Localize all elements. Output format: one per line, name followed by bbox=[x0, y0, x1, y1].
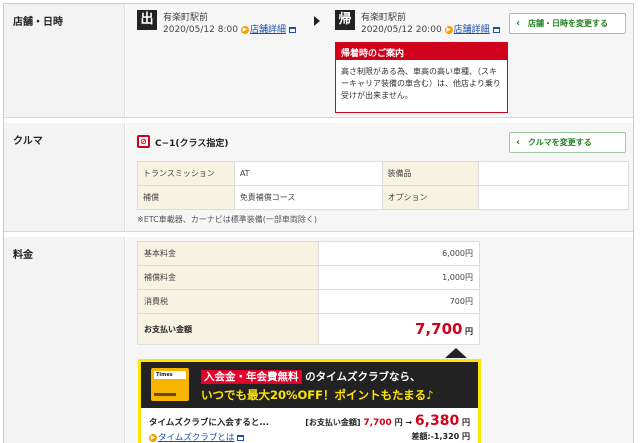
table-row-total: お支払い金額 7,700 円 bbox=[137, 313, 481, 345]
link-arrow-icon: ▶ bbox=[240, 25, 249, 34]
new-window-icon bbox=[492, 26, 500, 33]
total-unit: 円 bbox=[465, 327, 473, 336]
equipment-note: ※ETC車載器、カーナビは標準装備(一部車両除く) bbox=[137, 215, 318, 224]
pay-label: [お支払い金額] bbox=[305, 418, 361, 427]
arrow-right-icon bbox=[314, 16, 320, 26]
banner-pointer bbox=[445, 348, 467, 358]
table-row: 消費税 700円 bbox=[137, 289, 481, 314]
spec-value bbox=[478, 161, 629, 186]
price-value-cell: 700円 bbox=[317, 289, 481, 314]
store-datetime-section: 店舗・日時 出 有楽町駅前 2020/05/12 8:00 ▶ 店舗詳細 帰 有楽町… bbox=[4, 4, 633, 118]
member-price: 6,380 bbox=[414, 413, 460, 429]
times-club-banner[interactable]: Times 入会金・年会費無料 のタイムズクラブなら、 いつでも最大20%OFF… bbox=[138, 359, 481, 443]
reservation-summary: 店舗・日時 出 有楽町駅前 2020/05/12 8:00 ▶ 店舗詳細 帰 有楽町… bbox=[3, 3, 634, 443]
card-logo-text: Times bbox=[154, 371, 186, 379]
return-notice: 帰着時のご案内 高さ制限がある為、車高の高い車種、（スキーキャリア装備の車含む）… bbox=[335, 42, 508, 113]
store-datetime-label: 店舗・日時 bbox=[4, 4, 125, 117]
price-table: 基本料金 6,000円 補償料金 1,000円 消費税 700円 お支払い金額 … bbox=[137, 241, 481, 345]
chevron-left-icon: ‹ bbox=[516, 18, 521, 29]
car-spec-table: トランスミッション AT 装備品 補償 免責補償コース オプション bbox=[137, 161, 629, 210]
price-label-cell: 補償料金 bbox=[137, 265, 319, 290]
depart-datetime-row: 2020/05/12 8:00 ▶ 店舗詳細 bbox=[163, 22, 296, 35]
change-car-label: クルマを変更する bbox=[528, 138, 592, 147]
old-price: 7,700 bbox=[363, 418, 392, 428]
spec-label: 装備品 bbox=[381, 161, 480, 186]
member-price-unit: 円 bbox=[462, 418, 470, 427]
car-body: ⊘ C−1(クラス指定) ‹ クルマを変更する トランスミッション AT 装備品… bbox=[126, 123, 633, 231]
return-notice-body: 高さ制限がある為、車高の高い車種、（スキーキャリア装備の車含む）は、他店より乗り… bbox=[341, 67, 501, 100]
price-label: 料金 bbox=[4, 237, 125, 443]
promo-line-1-rest: のタイムズクラブなら、 bbox=[305, 371, 421, 383]
join-text: タイムズクラブに入会すると... bbox=[149, 418, 270, 428]
total-label: お支払い金額 bbox=[137, 313, 319, 345]
price-label-cell: 消費税 bbox=[137, 289, 319, 314]
link-arrow-icon: ▶ bbox=[444, 25, 453, 34]
table-row: トランスミッション AT 装備品 bbox=[137, 161, 629, 186]
discount-amount: 差額:-1,320 円 bbox=[411, 432, 470, 441]
spec-label: オプション bbox=[381, 185, 480, 210]
spec-label: トランスミッション bbox=[137, 161, 235, 186]
depart-badge: 出 bbox=[137, 10, 157, 30]
spec-value: 免責補償コース bbox=[233, 185, 383, 210]
table-row: 補償料金 1,000円 bbox=[137, 265, 481, 290]
new-window-icon bbox=[288, 26, 296, 33]
change-store-datetime-label: 店舗・日時を変更する bbox=[528, 19, 608, 28]
spec-value bbox=[478, 185, 629, 210]
table-row: 基本料金 6,000円 bbox=[137, 241, 481, 266]
car-section: クルマ ⊘ C−1(クラス指定) ‹ クルマを変更する トランスミッション AT… bbox=[4, 123, 633, 232]
promo-line-2: いつでも最大20%OFF！ポイントもたまる♪ bbox=[201, 388, 434, 402]
return-datetime: 2020/05/12 20:00 bbox=[361, 25, 442, 35]
spec-label: 補償 bbox=[137, 185, 235, 210]
promo-free-fee: 入会金・年会費無料 bbox=[201, 370, 302, 384]
table-row: 補償 免責補償コース オプション bbox=[137, 185, 629, 210]
link-arrow-icon: ▶ bbox=[149, 433, 157, 442]
about-times-club-link[interactable]: タイムズクラブとは bbox=[158, 433, 234, 443]
about-times-club: ▶ タイムズクラブとは bbox=[149, 431, 245, 443]
spec-value: AT bbox=[233, 161, 383, 186]
old-price-unit: 円 → bbox=[394, 418, 413, 427]
price-value-cell: 6,000円 bbox=[317, 241, 481, 266]
change-store-datetime-button[interactable]: ‹ 店舗・日時を変更する bbox=[509, 13, 626, 34]
card-stripe bbox=[154, 393, 176, 396]
banner-header: Times 入会金・年会費無料 のタイムズクラブなら、 いつでも最大20%OFF… bbox=[141, 362, 478, 408]
chevron-left-icon: ‹ bbox=[516, 137, 521, 148]
change-car-button[interactable]: ‹ クルマを変更する bbox=[509, 132, 626, 153]
promo-line-1: 入会金・年会費無料 のタイムズクラブなら、 bbox=[201, 369, 420, 384]
return-store-detail-link[interactable]: 店舗詳細 bbox=[454, 25, 490, 35]
total-amount: 7,700 bbox=[415, 320, 463, 338]
car-class-name: C−1(クラス指定) bbox=[155, 139, 229, 149]
new-window-icon bbox=[237, 434, 245, 441]
store-datetime-body: 出 有楽町駅前 2020/05/12 8:00 ▶ 店舗詳細 帰 有楽町駅前 202… bbox=[126, 4, 633, 117]
depart-store-detail-link[interactable]: 店舗詳細 bbox=[250, 25, 286, 35]
price-value-cell: 1,000円 bbox=[317, 265, 481, 290]
no-smoking-icon: ⊘ bbox=[137, 135, 150, 148]
times-card-icon: Times bbox=[151, 368, 189, 401]
return-notice-title: 帰着時のご案内 bbox=[336, 43, 507, 60]
member-price-row: [お支払い金額] 7,700 円 → 6,380 円 bbox=[305, 413, 470, 429]
car-label: クルマ bbox=[4, 123, 125, 231]
depart-datetime: 2020/05/12 8:00 bbox=[163, 25, 238, 35]
return-badge: 帰 bbox=[335, 10, 355, 30]
return-datetime-row: 2020/05/12 20:00 ▶ 店舗詳細 bbox=[361, 22, 500, 35]
price-label-cell: 基本料金 bbox=[137, 241, 319, 266]
total-value-cell: 7,700 円 bbox=[317, 313, 481, 345]
